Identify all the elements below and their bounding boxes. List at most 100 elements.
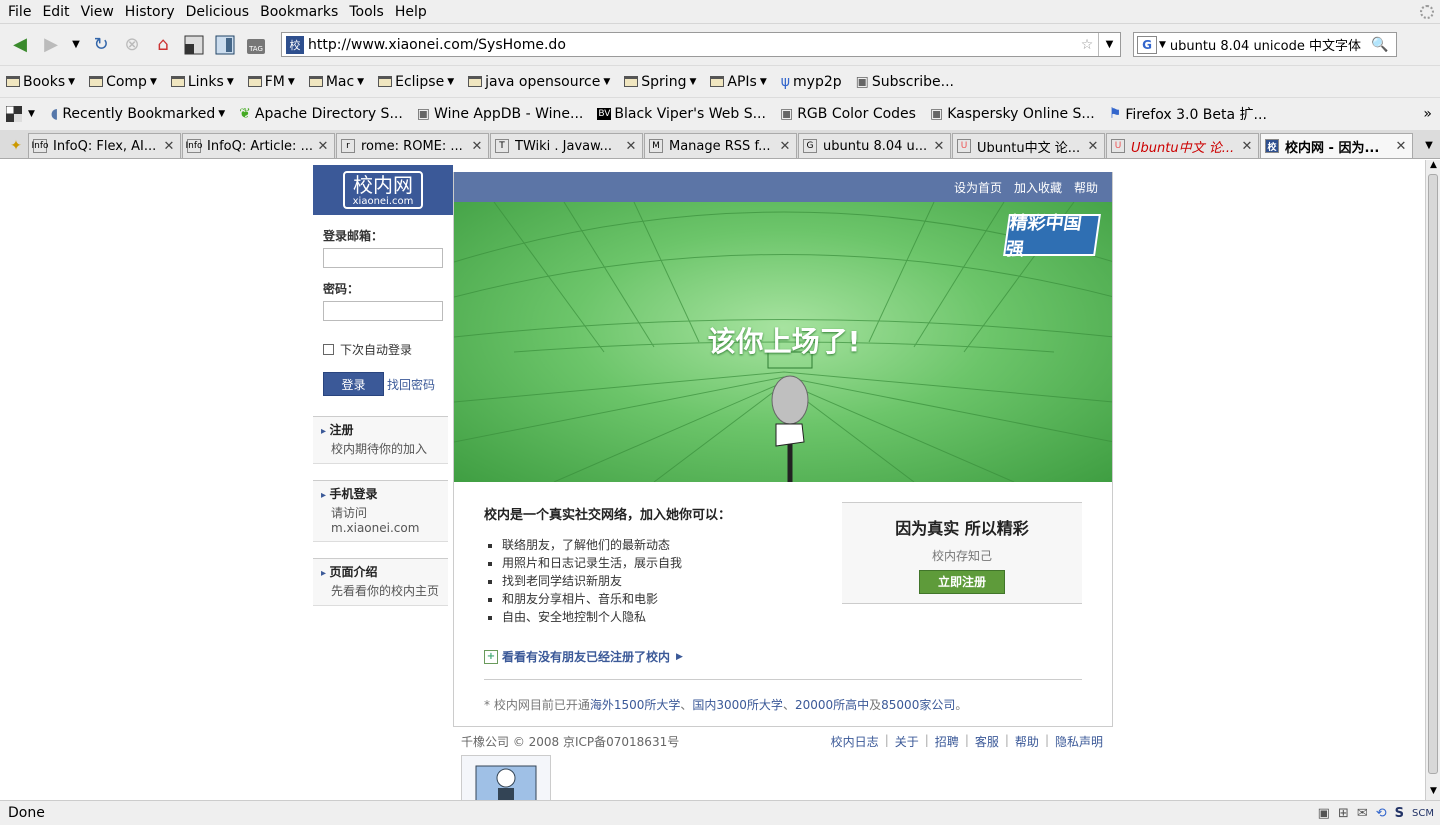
bookmark-kaspersky[interactable]: ▣ Kaspersky Online S... [930, 106, 1095, 122]
close-icon[interactable]: ✕ [1394, 139, 1408, 154]
bookmark-folder-comp[interactable]: Comp ▼ [89, 74, 157, 90]
auto-login-checkbox[interactable] [323, 344, 334, 355]
menu-bookmarks[interactable]: Bookmarks [256, 4, 342, 20]
close-icon[interactable]: ✕ [1240, 139, 1254, 154]
tab-1[interactable]: Info InfoQ: Flex, AI... ✕ [28, 133, 181, 158]
tab-4[interactable]: T TWiki . Javaw... ✕ [490, 133, 643, 158]
help-link[interactable]: 帮助 [1074, 179, 1098, 196]
menu-delicious[interactable]: Delicious [182, 4, 254, 20]
menu-view[interactable]: View [77, 4, 118, 20]
back-icon[interactable]: ◀ [6, 31, 34, 59]
bookmark-firefox-beta[interactable]: ⚑ Firefox 3.0 Beta 扩... [1109, 104, 1267, 124]
myp2p-icon: ψ [780, 73, 791, 90]
mail-icon[interactable]: ✉ [1357, 806, 1368, 821]
home-icon[interactable]: ⌂ [149, 31, 177, 59]
tab-6[interactable]: Gubuntu 8.04 u... ✕ [798, 133, 951, 158]
set-homepage-link[interactable]: 设为首页 [954, 179, 1002, 196]
s-icon[interactable]: S [1395, 806, 1404, 821]
forgot-password-link[interactable]: 找回密码 [387, 376, 435, 393]
menu-file[interactable]: File [4, 4, 35, 20]
sync-icon[interactable]: ⟲ [1376, 806, 1387, 821]
bookmark-folder-spring[interactable]: Spring ▼ [624, 74, 696, 90]
password-field[interactable] [323, 301, 443, 321]
tab-list-dropdown-icon[interactable]: ▼ [1418, 133, 1440, 158]
tab-9-active[interactable]: 校校内网 - 因为... ✕ [1260, 133, 1413, 158]
scm-icon[interactable]: SCM [1412, 808, 1434, 819]
url-bar[interactable]: 校 ☆ ▼ [281, 32, 1121, 57]
bookmark-folder-mac[interactable]: Mac ▼ [308, 74, 364, 90]
register-button[interactable]: 立即注册 [919, 570, 1005, 594]
grid-icon[interactable]: ⊞ [1338, 806, 1349, 821]
page-icon: r [341, 139, 355, 153]
close-icon[interactable]: ✕ [1086, 139, 1100, 154]
search-engine-icon[interactable]: G [1137, 35, 1157, 54]
search-input[interactable] [1169, 37, 1370, 52]
auto-login-row[interactable]: 下次自动登录 [323, 341, 448, 358]
search-bar[interactable]: G ▼ 🔍 [1133, 32, 1397, 57]
footer-link-support[interactable]: 客服 [975, 733, 999, 750]
tag-icon[interactable]: TAG [242, 31, 270, 59]
side-item-page-intro[interactable]: 页面介绍先看看你的校内主页 [313, 558, 448, 606]
close-icon[interactable]: ✕ [162, 139, 176, 154]
site-logo[interactable]: 校内网 xiaonei.com [313, 165, 453, 215]
bookmark-black-viper[interactable]: BV Black Viper's Web S... [597, 106, 766, 122]
bookmark-wine-appdb[interactable]: ▣ Wine AppDB - Wine... [417, 106, 584, 122]
scroll-down-icon[interactable]: ▼ [1426, 786, 1440, 800]
screenshot-icon[interactable] [180, 31, 208, 59]
bookmark-rgb-color-codes[interactable]: ▣ RGB Color Codes [780, 106, 916, 122]
more-bookmarks-icon[interactable]: » [1423, 106, 1432, 122]
engine-dropdown-icon[interactable]: ▼ [1159, 40, 1166, 50]
delicious-menu[interactable]: ▼ [6, 106, 35, 122]
close-icon[interactable]: ✕ [778, 139, 792, 154]
bookmark-subscribe[interactable]: ▣ Subscribe... [856, 74, 954, 90]
footer-link-jobs[interactable]: 招聘 [935, 733, 959, 750]
menu-tools[interactable]: Tools [345, 4, 388, 20]
email-field[interactable] [323, 248, 443, 268]
search-icon[interactable]: 🔍 [1370, 37, 1390, 53]
list-all-tabs-icon[interactable]: ✦ [4, 133, 28, 158]
bookmark-sidebar-icon[interactable] [211, 31, 239, 59]
bookmark-folder-books[interactable]: Books ▼ [6, 74, 75, 90]
url-dropdown-icon[interactable]: ▼ [1098, 33, 1120, 56]
reload-icon[interactable]: ↻ [87, 31, 115, 59]
bookmark-myp2p[interactable]: ψ myp2p [781, 74, 842, 90]
add-favorite-link[interactable]: 加入收藏 [1014, 179, 1062, 196]
tab-7[interactable]: U Ubuntu中文 论... ✕ [952, 133, 1105, 158]
footer-link-blog[interactable]: 校内日志 [831, 733, 879, 750]
footer-link-about[interactable]: 关于 [895, 733, 919, 750]
close-icon[interactable]: ✕ [932, 139, 946, 154]
scroll-thumb[interactable] [1428, 174, 1438, 774]
bookmark-apache-directory[interactable]: ❦ Apache Directory S... [239, 106, 403, 122]
close-icon[interactable]: ✕ [470, 139, 484, 154]
tab-5[interactable]: M Manage RSS f... ✕ [644, 133, 797, 158]
close-icon[interactable]: ✕ [316, 139, 330, 154]
bookmark-folder-apis[interactable]: APIs ▼ [710, 74, 767, 90]
footer-link-help[interactable]: 帮助 [1015, 733, 1039, 750]
tab-2[interactable]: Info InfoQ: Article: ... ✕ [182, 133, 335, 158]
menu-history[interactable]: History [121, 4, 179, 20]
tab-8[interactable]: U Ubuntu中文 论... ✕ [1106, 133, 1259, 158]
close-icon[interactable]: ✕ [624, 139, 638, 154]
menu-edit[interactable]: Edit [38, 4, 73, 20]
bookmark-star-icon[interactable]: ☆ [1076, 37, 1098, 53]
forward-icon[interactable]: ▶ [37, 31, 65, 59]
tab-3[interactable]: r rome: ROME: ... ✕ [336, 133, 489, 158]
menu-help[interactable]: Help [391, 4, 431, 20]
side-item-register[interactable]: 注册校内期待你的加入 [313, 416, 448, 464]
bookmark-folder-fm[interactable]: FM ▼ [247, 74, 295, 90]
footer-link-privacy[interactable]: 隐私声明 [1055, 733, 1103, 750]
history-dropdown-icon[interactable]: ▼ [68, 31, 84, 59]
side-item-mobile-login[interactable]: 手机登录请访问m.xiaonei.com [313, 480, 448, 542]
stop-icon[interactable]: ⊗ [118, 31, 146, 59]
bookmark-folder-links[interactable]: Links ▼ [170, 74, 234, 90]
vertical-scrollbar[interactable]: ▲ ▼ [1425, 160, 1440, 800]
screen-icon[interactable]: ▣ [1318, 806, 1330, 821]
find-friends-link[interactable]: + 看看有没有朋友已经注册了校内 ▶ [484, 648, 683, 665]
police-badge-image[interactable] [461, 755, 551, 800]
bookmark-recently-bookmarked[interactable]: ◖ Recently Bookmarked ▼ [51, 106, 225, 122]
scroll-up-icon[interactable]: ▲ [1426, 160, 1440, 174]
bookmark-folder-eclipse[interactable]: Eclipse ▼ [378, 74, 454, 90]
login-button[interactable]: 登录 [323, 372, 384, 396]
url-input[interactable] [308, 36, 1076, 53]
bookmark-folder-java-opensource[interactable]: java opensource ▼ [468, 74, 610, 90]
